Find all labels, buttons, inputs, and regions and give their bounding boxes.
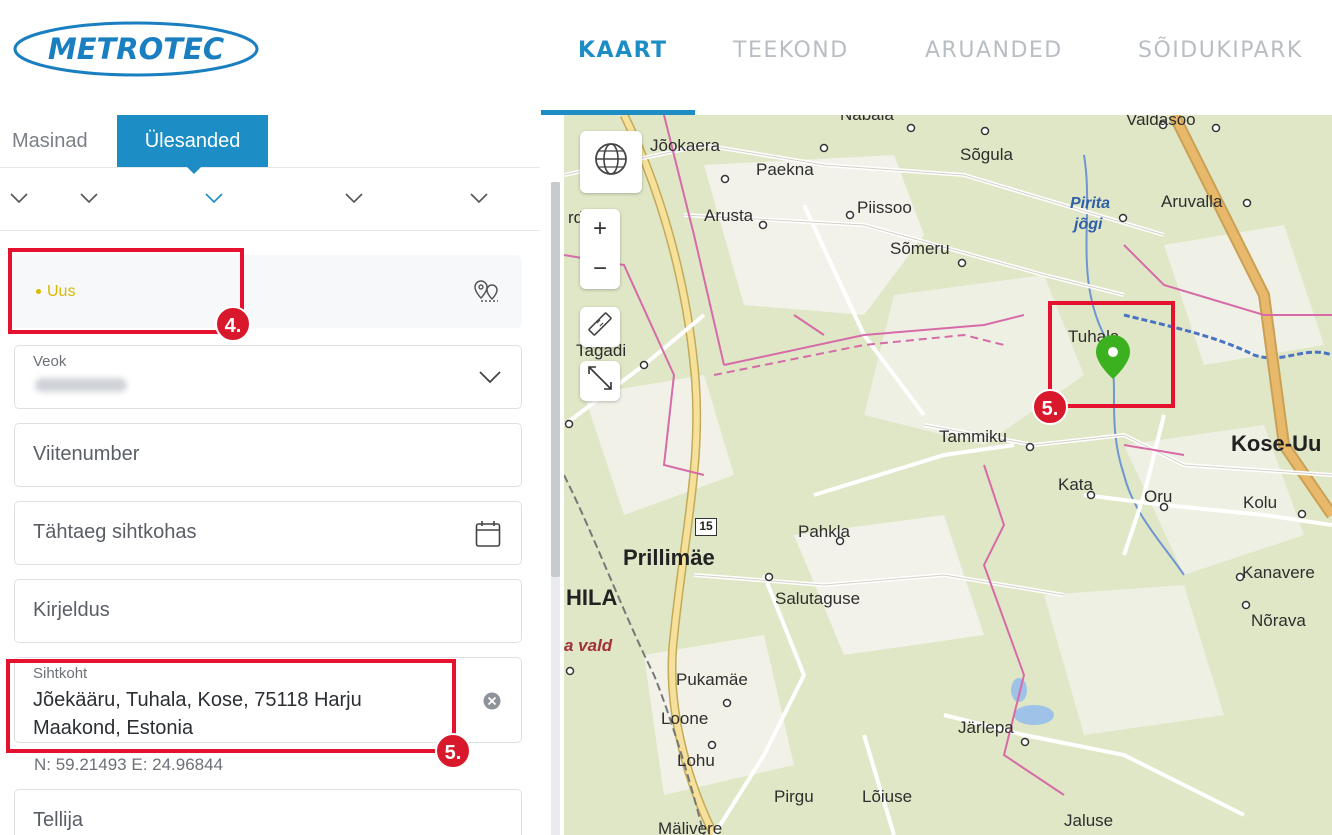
map-label-loone: Loone: [661, 709, 709, 728]
app-header: METROTEC KAART TEEKOND ARUANDED SÕIDUKIP…: [0, 0, 1332, 115]
destination-highlight-box: [6, 659, 456, 753]
fullscreen-button[interactable]: [580, 361, 620, 401]
map-label-loiuse: Lõiuse: [862, 787, 913, 806]
filter-4-chevron-down-icon[interactable]: [345, 192, 363, 204]
globe-icon: [594, 142, 628, 183]
map-label-malivere: Mälivere: [658, 819, 723, 835]
map-label-norava: Nõrava: [1251, 611, 1306, 630]
calendar-icon[interactable]: [475, 520, 501, 553]
deadline-placeholder: Tähtaeg sihtkohas: [33, 521, 197, 543]
map-label-kata: Kata: [1058, 475, 1093, 494]
map-label-salutaguse: Salutaguse: [775, 589, 861, 608]
map-label-sogula: Sõgula: [960, 145, 1013, 164]
map-layers-button[interactable]: [580, 131, 642, 193]
status-annotation-badge: 4.: [215, 306, 251, 342]
map-label-valdasoo: Valdasoo: [1126, 115, 1196, 129]
filter-3-chevron-down-icon[interactable]: [205, 192, 223, 204]
map-label-jaluse: Jaluse: [1064, 811, 1114, 830]
map-label-kolu: Kolu: [1243, 493, 1278, 512]
map-label-tammiku: Tammiku: [939, 427, 1008, 446]
map-label-pukamae: Pukamäe: [676, 670, 748, 689]
measure-ruler-button[interactable]: [580, 307, 620, 347]
map-label-prillimae: Prillimäe: [623, 545, 715, 570]
client-field[interactable]: Tellija: [14, 789, 522, 835]
map-label-pirita: Pirita: [1070, 195, 1111, 212]
vehicle-label: Veok: [33, 353, 67, 370]
map-label-nabala: Nabala: [840, 115, 894, 125]
map-annotation-badge: 5.: [1032, 389, 1068, 425]
reference-number-field[interactable]: Viitenumber: [14, 423, 522, 487]
nav-kaart[interactable]: KAART: [578, 38, 668, 63]
logo-text: METROTEC: [48, 32, 224, 66]
client-placeholder: Tellija: [33, 809, 84, 831]
tab-ulesanded[interactable]: Ülesanded: [117, 115, 268, 168]
map-pin-highlight-box: [1048, 301, 1175, 408]
map-label-lohu: Lohu: [677, 751, 715, 770]
vehicle-value-redacted: [35, 378, 127, 392]
map-label-jarlepa: Järlepa: [958, 718, 1014, 737]
tab-masinad[interactable]: Masinad: [0, 115, 100, 168]
map-label-vald: a vald: [564, 636, 613, 655]
filter-1-chevron-down-icon[interactable]: [10, 192, 28, 204]
destination-annotation-badge: 5.: [435, 733, 471, 769]
map-label-jookaera: Jõokaera: [650, 136, 720, 155]
nav-teekond[interactable]: TEEKOND: [733, 38, 849, 63]
sidebar-scrollbar-thumb[interactable]: [551, 182, 560, 577]
description-placeholder: Kirjeldus: [33, 599, 110, 621]
expand-icon: [586, 364, 614, 399]
nav-aruanded[interactable]: ARUANDED: [925, 38, 1063, 63]
nav-soidukipark[interactable]: SÕIDUKIPARK: [1138, 38, 1303, 63]
map-label-jogi: jõgi: [1074, 216, 1103, 233]
description-field[interactable]: Kirjeldus: [14, 579, 522, 643]
map-label-someru: Sõmeru: [890, 239, 950, 258]
map-label-aruvalla: Aruvalla: [1161, 192, 1223, 211]
route-pins-icon[interactable]: [472, 277, 502, 307]
zoom-controls: + −: [580, 209, 620, 289]
map-label-paekna: Paekna: [756, 160, 814, 179]
deadline-field[interactable]: Tähtaeg sihtkohas: [14, 501, 522, 565]
map-label-pahkla: Pahkla: [798, 522, 850, 541]
map-label-hila: HILA: [566, 585, 618, 610]
map-label-oru: Oru: [1144, 487, 1173, 506]
vehicle-chevron-down-icon[interactable]: [479, 370, 501, 389]
map-label-piissoo: Piissoo: [857, 198, 912, 217]
filter-2-chevron-down-icon[interactable]: [80, 192, 98, 204]
vehicle-select[interactable]: Veok: [14, 345, 522, 409]
map-label-kose-uu: Kose-Uu: [1231, 431, 1322, 456]
destination-coordinates: N: 59.21493 E: 24.96844: [34, 755, 224, 774]
map-label-pirgu: Pirgu: [774, 787, 814, 806]
zoom-in-button[interactable]: +: [593, 215, 607, 243]
map-label-arusta: Arusta: [704, 206, 754, 225]
filter-row: [0, 168, 540, 231]
map-label-kanavere: Kanavere: [1242, 563, 1315, 582]
zoom-out-button[interactable]: −: [593, 255, 607, 283]
map-view[interactable]: Nabala Valdasoo Jõokaera Sõgula Paekna A…: [564, 115, 1332, 835]
reference-number-placeholder: Viitenumber: [33, 443, 140, 465]
status-highlight-box: [8, 248, 244, 334]
ruler-icon: [587, 311, 613, 344]
filter-5-chevron-down-icon[interactable]: [470, 192, 488, 204]
clear-destination-icon[interactable]: [483, 692, 501, 715]
metrotec-logo[interactable]: METROTEC: [12, 20, 260, 78]
road-number-shield: 15: [695, 518, 717, 536]
